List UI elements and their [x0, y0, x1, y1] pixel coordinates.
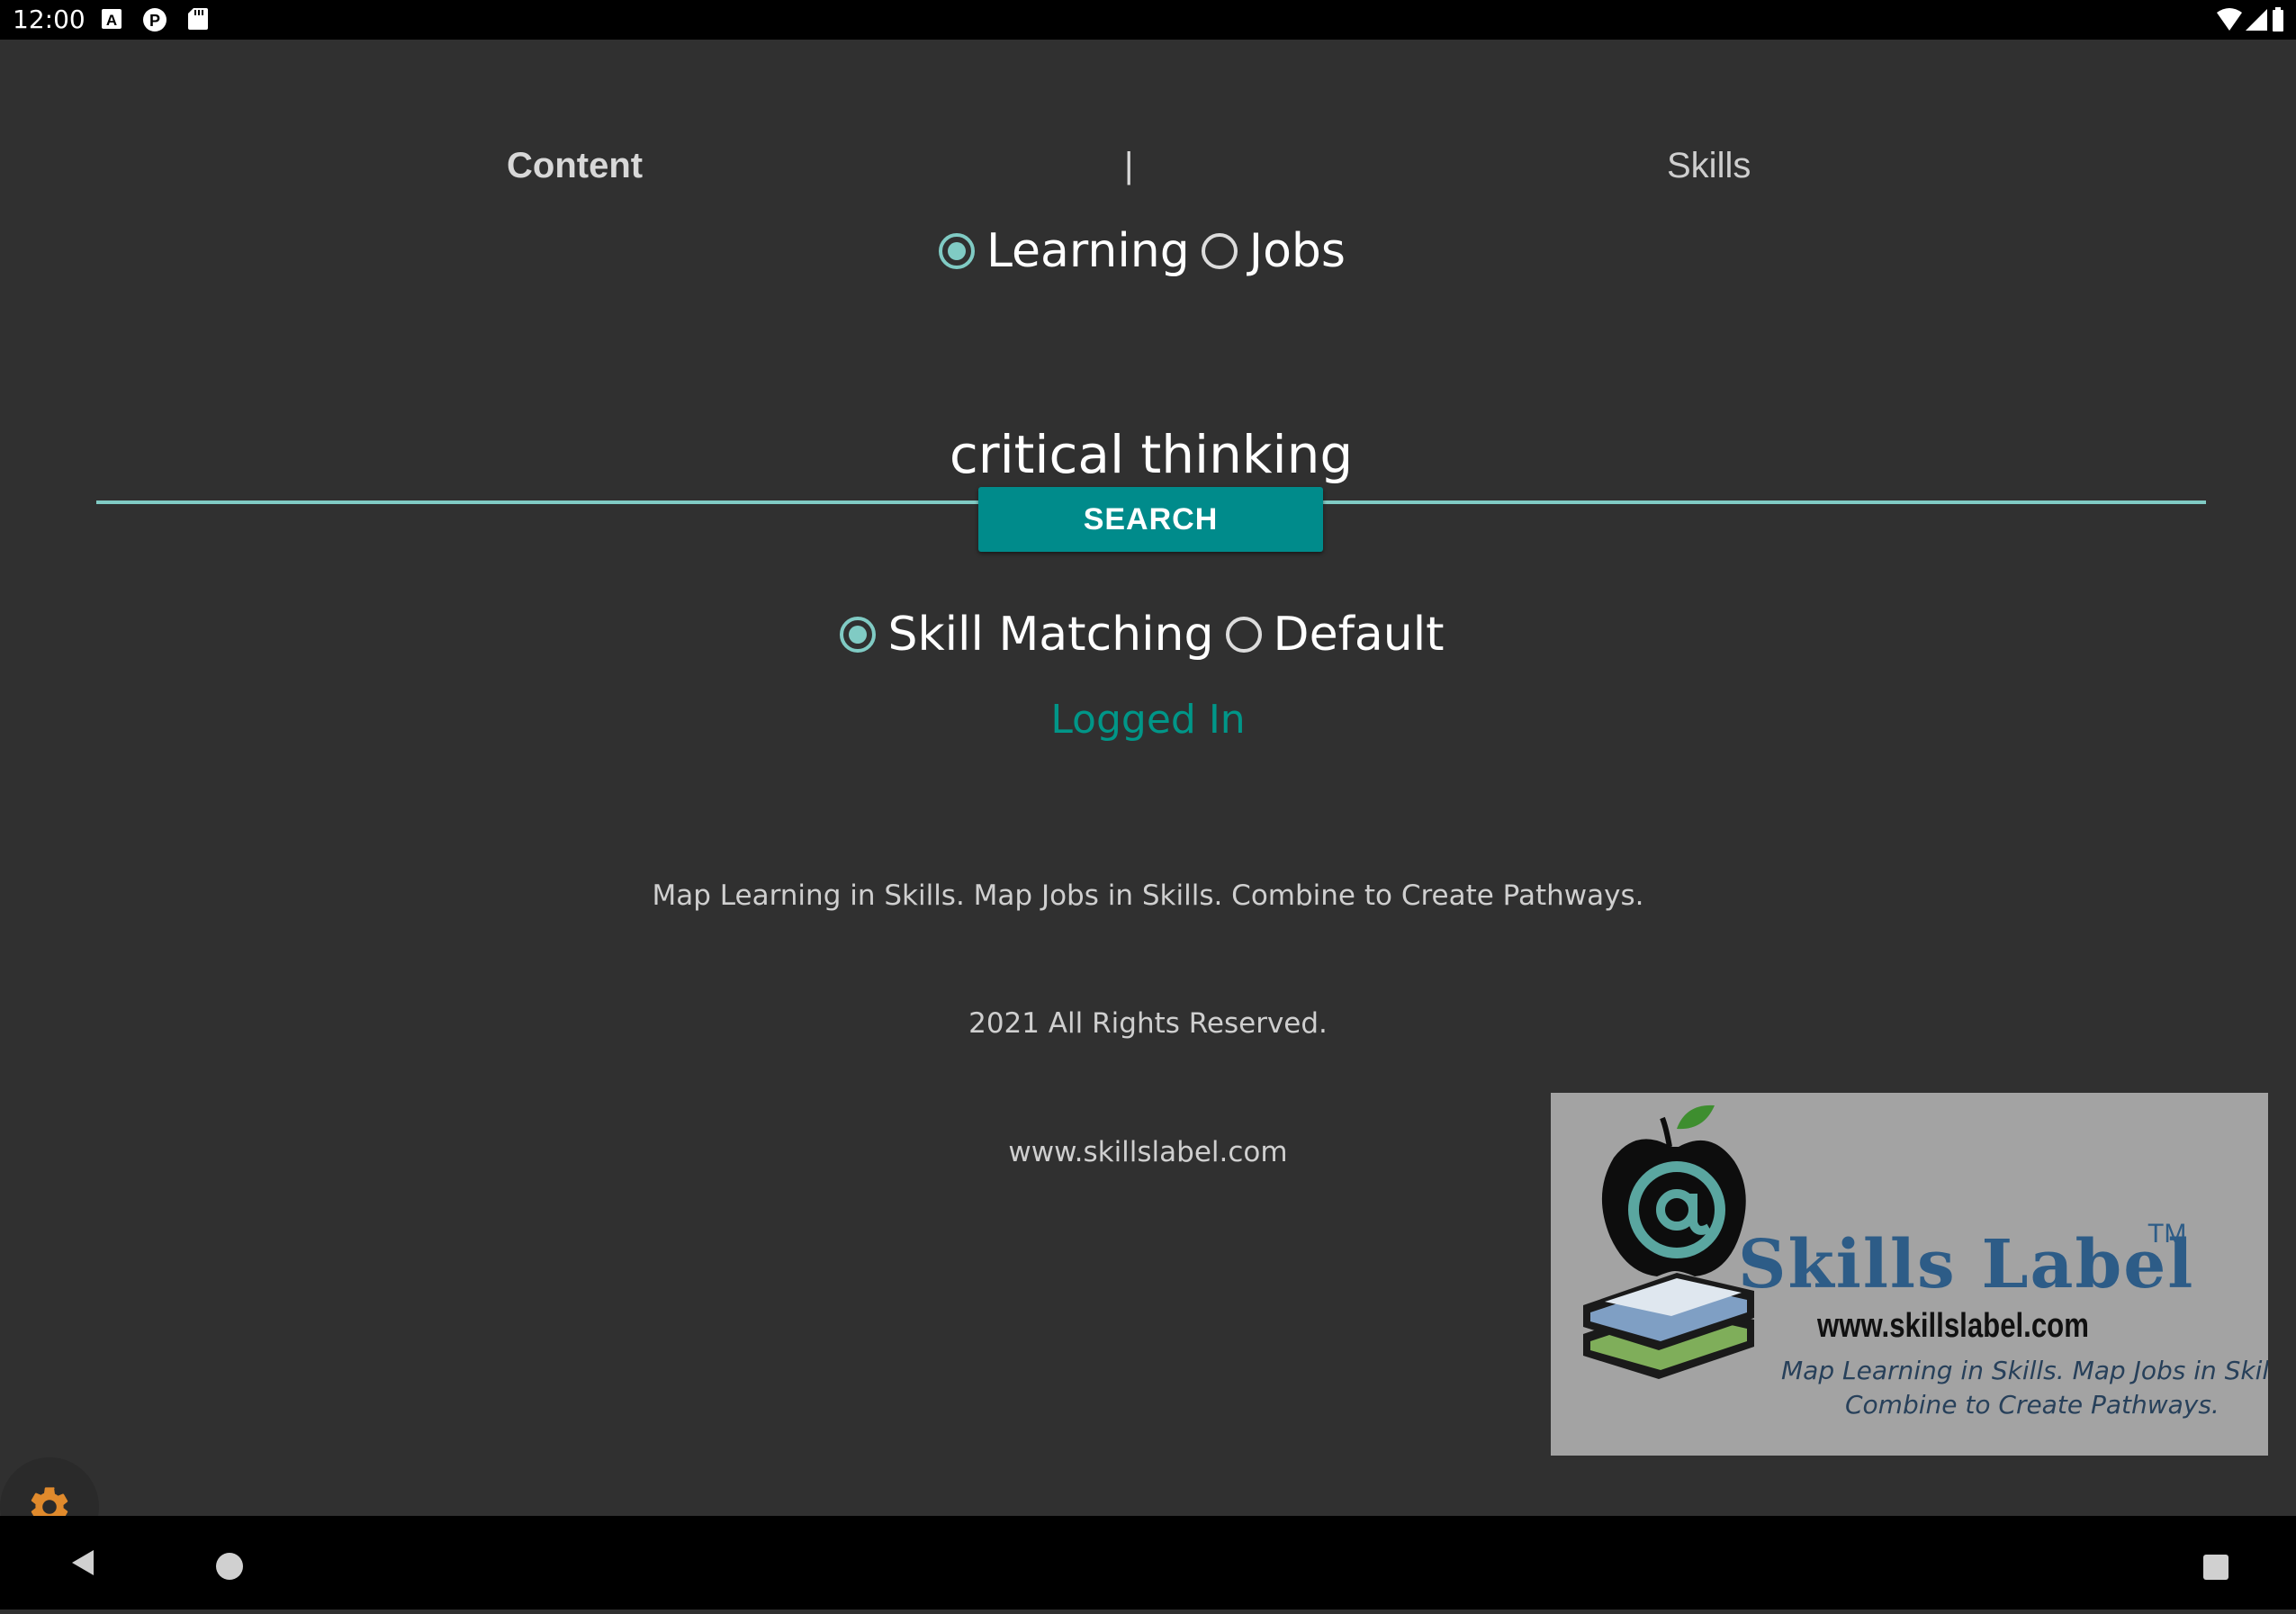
tab-separator: | [1124, 146, 1134, 185]
footer-rights: 2021 All Rights Reserved. [968, 1007, 1328, 1040]
nav-recents-button[interactable] [2165, 1516, 2264, 1609]
radio-default-label: Default [1273, 608, 1445, 662]
match-mode-radio-group: Skill Matching Default [0, 603, 2296, 666]
recents-square-icon [2203, 1555, 2228, 1580]
nav-back-button[interactable] [36, 1516, 135, 1609]
wifi-icon [2217, 8, 2242, 31]
svg-text:P: P [149, 12, 160, 30]
footer-tagline: Map Learning in Skills. Map Jobs in Skil… [652, 879, 1644, 912]
status-bar: 12:00 A P [0, 0, 2296, 40]
radio-default-indicator[interactable] [1225, 617, 1262, 653]
navigation-bar [0, 1516, 2296, 1609]
search-type-radio-group: Learning Jobs [0, 220, 2296, 283]
svg-text:A: A [106, 12, 117, 29]
home-circle-icon [216, 1553, 243, 1580]
radio-skill-matching-label: Skill Matching [887, 608, 1214, 662]
logo-tagline-line1: Map Learning in Skills. Map Jobs in Skil… [1781, 1356, 2268, 1385]
battery-icon [2273, 7, 2283, 32]
radio-jobs-indicator[interactable] [1201, 233, 1238, 269]
status-right-icons [2215, 5, 2285, 34]
radio-learning-indicator[interactable] [939, 233, 975, 269]
logo-url: www.skillslabel.com [1817, 1307, 2089, 1345]
radio-skill-matching-indicator[interactable] [840, 617, 877, 653]
logo-tagline-line2: Combine to Create Pathways. [1845, 1390, 2219, 1420]
nav-home-button[interactable] [180, 1516, 279, 1609]
radio-learning-label: Learning [986, 224, 1190, 278]
back-triangle-icon [72, 1550, 94, 1575]
skills-label-logo: Skills Label TM www.skillslabel.com Map … [1551, 1093, 2268, 1456]
logged-in-status[interactable]: Logged In [0, 691, 2296, 749]
a-notification-icon: A [101, 7, 122, 31]
logo-trademark: TM [2147, 1219, 2187, 1249]
app-screen: Content | Skills Learning Jobs SEARCH Sk… [0, 40, 2296, 1556]
tab-skills[interactable]: Skills [1667, 137, 1751, 194]
tab-bar: Content | Skills [0, 137, 2296, 194]
radio-learning[interactable]: Learning [939, 220, 1202, 283]
radio-jobs-label: Jobs [1248, 224, 1346, 278]
status-time: 12:00 [13, 5, 86, 34]
radio-default[interactable]: Default [1225, 603, 1456, 666]
radio-skill-matching[interactable]: Skill Matching [840, 603, 1225, 666]
logo-title: Skills Label [1738, 1226, 2195, 1303]
tab-content[interactable]: Content [507, 137, 643, 194]
sd-card-icon [187, 7, 209, 31]
search-button[interactable]: SEARCH [978, 487, 1323, 552]
signal-icon [2246, 9, 2267, 31]
radio-jobs[interactable]: Jobs [1201, 220, 1357, 283]
p-notification-icon: P [140, 7, 169, 32]
